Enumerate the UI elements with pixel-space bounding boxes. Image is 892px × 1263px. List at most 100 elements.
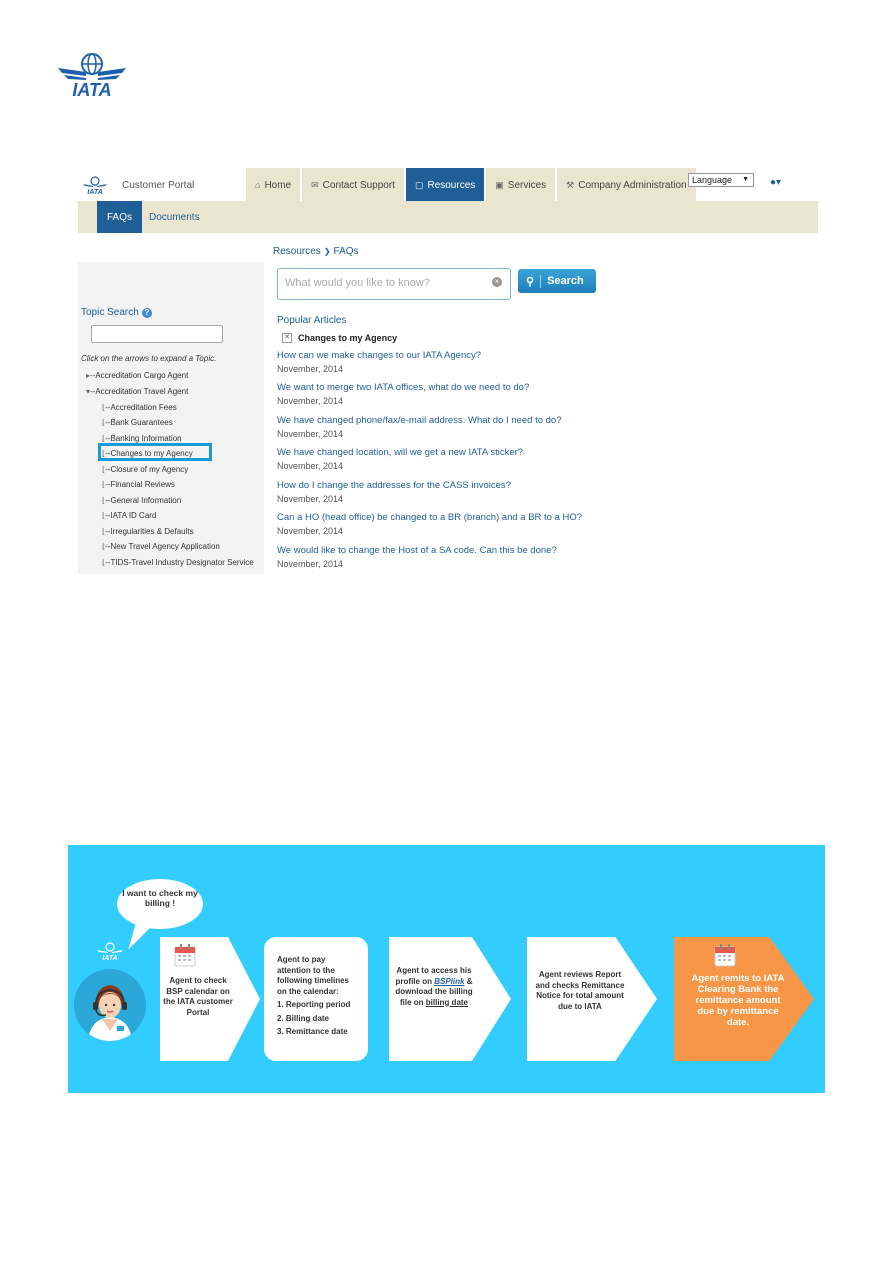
tree-item-label: --Irregularities & Defaults <box>105 527 194 536</box>
highlight-box <box>98 443 212 461</box>
list-item: We have changed location, will we get a … <box>277 447 523 471</box>
step-5-text: Agent remits to IATA Clearing Bank the r… <box>691 973 785 1028</box>
article-link[interactable]: We have changed location, will we get a … <box>277 447 523 458</box>
calendar-icon <box>174 944 196 967</box>
article-date: November, 2014 <box>277 364 344 374</box>
article-date: November, 2014 <box>277 559 344 569</box>
step-2-text: Agent to pay attention to the following … <box>277 955 357 1038</box>
iata-small-logo-icon: IATA <box>97 942 123 961</box>
book-icon: ▢ <box>414 179 424 190</box>
search-placeholder: What would you like to know? <box>285 277 430 289</box>
tree-item[interactable]: ⌊--Closure of my Agency <box>102 465 188 474</box>
top-navbar: IATA Customer Portal ⌂ Home ✉ Contact Su… <box>78 166 818 202</box>
category-label: Changes to my Agency <box>298 333 398 343</box>
breadcrumb-resources[interactable]: Resources <box>273 246 321 257</box>
tree-item[interactable]: ⌊--Financial Reviews <box>102 480 175 489</box>
portal-screenshot: IATA Customer Portal ⌂ Home ✉ Contact Su… <box>78 166 818 574</box>
tab-faqs[interactable]: FAQs <box>97 201 143 233</box>
search-icon: ⚲ <box>526 274 542 288</box>
tree-item[interactable]: ⌊--TIDS-Travel Industry Designator Servi… <box>102 558 254 567</box>
step-3-text-c: billing date <box>425 997 469 1007</box>
article-link[interactable]: We have changed phone/fax/e-mail address… <box>277 415 561 426</box>
topic-hint: Click on the arrows to expand a Topic. <box>81 354 217 363</box>
step-2-item: 3. Remittance date <box>277 1027 348 1036</box>
step-2-item: 1. Reporting period <box>277 1000 351 1009</box>
list-item: We want to merge two IATA offices, what … <box>277 382 529 406</box>
tab-faqs-label: FAQs <box>107 211 133 223</box>
article-date: November, 2014 <box>277 461 344 471</box>
list-item: We would like to change the Host of a SA… <box>277 545 557 569</box>
article-date: November, 2014 <box>277 494 344 504</box>
clear-icon[interactable]: × <box>492 277 502 287</box>
tree-item[interactable]: ⌊--IATA ID Card <box>102 511 156 520</box>
tree-item[interactable]: ▸--Accreditation Cargo Agent <box>86 371 188 380</box>
billing-process-infographic: I want to check my billing ! IATA Agent … <box>68 845 825 1093</box>
portal-brand[interactable]: IATA Customer Portal <box>82 174 242 196</box>
close-icon[interactable]: ✕ <box>282 333 292 343</box>
tab-services-label: Services <box>507 179 547 191</box>
list-item: How can we make changes to our IATA Agen… <box>277 350 481 374</box>
tree-item[interactable]: ⌊--Bank Guarantees <box>102 418 173 427</box>
tab-company-administration[interactable]: ⚒ Company Administration <box>557 168 696 202</box>
article-link[interactable]: How do I change the addresses for the CA… <box>277 480 511 491</box>
chevron-down-icon: ▼ <box>742 176 749 183</box>
tree-item[interactable]: ⌊--Irregularities & Defaults <box>102 527 194 536</box>
tree-item-label: --General Information <box>105 496 182 505</box>
article-link[interactable]: How can we make changes to our IATA Agen… <box>277 350 481 361</box>
article-date: November, 2014 <box>277 429 344 439</box>
step-2-item: 2. Billing date <box>277 1013 330 1023</box>
topic-search-input[interactable] <box>91 325 223 343</box>
portal-brand-label: Customer Portal <box>122 179 195 191</box>
tree-item-label: --Banking Information <box>105 434 182 443</box>
tab-resources[interactable]: ▢ Resources <box>405 168 485 202</box>
iata-small-logo-icon: IATA <box>83 176 107 195</box>
tab-services[interactable]: ▣ Services <box>486 168 556 202</box>
article-link[interactable]: Can a HO (head office) be changed to a B… <box>277 512 582 523</box>
step-4-text: Agent reviews Report and checks Remittan… <box>535 970 625 1011</box>
main-nav-tabs: ⌂ Home ✉ Contact Support ▢ Resources ▣ S… <box>246 168 698 202</box>
list-item: We have changed phone/fax/e-mail address… <box>277 415 561 439</box>
language-select[interactable]: Language ▼ <box>688 173 754 187</box>
briefcase-icon: ▣ <box>495 179 504 190</box>
calendar-icon <box>714 944 736 967</box>
wrench-icon: ⚒ <box>566 179 575 190</box>
article-date: November, 2014 <box>277 526 344 536</box>
chevron-right-icon: ❯ <box>323 247 331 256</box>
tab-company-administration-label: Company Administration <box>578 179 687 191</box>
user-icon[interactable]: ●▾ <box>770 177 781 188</box>
step-2-intro: Agent to pay attention to the following … <box>277 955 350 996</box>
help-icon[interactable]: ? <box>141 307 152 318</box>
tree-item[interactable]: ⌊--Banking Information <box>102 434 182 443</box>
tree-item[interactable]: ⌊--New Travel Agency Application <box>102 542 220 551</box>
step-1-text: Agent to check BSP calendar on the IATA … <box>163 976 233 1017</box>
tree-item-label: --Financial Reviews <box>105 480 175 489</box>
breadcrumb: Resources ❯ FAQs <box>273 246 359 257</box>
envelope-icon: ✉ <box>311 179 319 190</box>
tree-item[interactable]: ⌊--General Information <box>102 496 181 505</box>
breadcrumb-faqs[interactable]: FAQs <box>334 246 359 257</box>
step-3-text: Agent to access his profile on BSPlink &… <box>393 966 475 1008</box>
speech-bubble: I want to check my billing ! <box>117 879 203 929</box>
sub-navbar: FAQs Documents <box>78 201 818 233</box>
tree-item-label: --Bank Guarantees <box>105 418 173 427</box>
tree-item-label: --TIDS-Travel Industry Designator Servic… <box>105 558 254 567</box>
article-link[interactable]: We want to merge two IATA offices, what … <box>277 382 529 393</box>
tree-item-label: --New Travel Agency Application <box>105 542 220 551</box>
article-link[interactable]: We would like to change the Host of a SA… <box>277 545 557 556</box>
tab-home[interactable]: ⌂ Home <box>246 168 301 202</box>
iata-logo: IATA <box>58 53 126 98</box>
search-button[interactable]: ⚲ Search <box>518 269 596 293</box>
tree-item-label: --Accreditation Fees <box>105 403 177 412</box>
popular-articles-title: Popular Articles <box>277 315 347 326</box>
category-filter: ✕ Changes to my Agency <box>282 333 397 343</box>
bsplink-link[interactable]: BSPlink <box>434 977 464 986</box>
tree-item-label: --Accreditation Travel Agent <box>90 387 189 396</box>
tab-documents[interactable]: Documents <box>139 201 210 233</box>
tree-item[interactable]: ▾--Accreditation Travel Agent <box>86 387 188 396</box>
tree-item[interactable]: ⌊--Accreditation Fees <box>102 403 177 412</box>
tab-resources-label: Resources <box>427 179 476 191</box>
faq-search-input[interactable]: What would you like to know? × <box>277 268 511 300</box>
topic-search-text: Topic Search <box>81 307 139 318</box>
tab-contact-support[interactable]: ✉ Contact Support <box>302 168 404 202</box>
language-select-value: Language <box>692 175 733 185</box>
